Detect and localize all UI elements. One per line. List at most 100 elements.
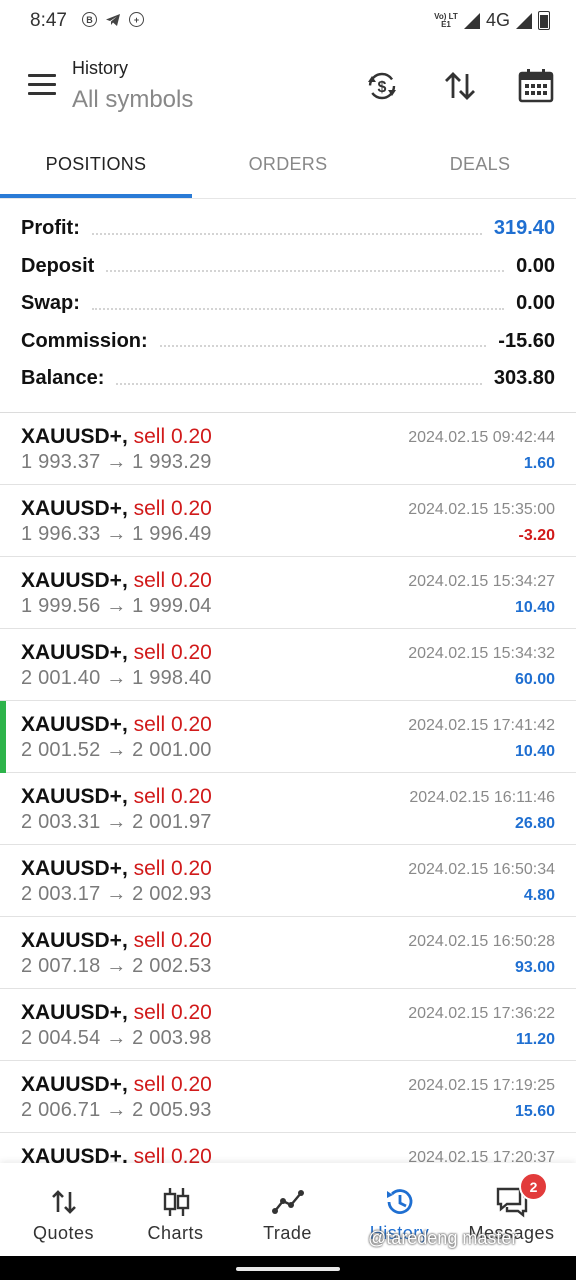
sort-icon[interactable] xyxy=(440,66,480,106)
nav-quotes[interactable]: Quotes xyxy=(6,1163,121,1256)
dotted-leader xyxy=(91,232,482,235)
summary-value: 319.40 xyxy=(493,217,555,240)
deal-profit: 26.80 xyxy=(514,815,555,832)
deal-symbol: XAUUSD+, sell 0.20 xyxy=(21,641,212,665)
nav-label: Charts xyxy=(147,1223,204,1243)
summary-panel: Profit: 319.40 Deposit 0.00 Swap: 0.00 C… xyxy=(0,210,576,398)
deal-row[interactable]: XAUUSD+, sell 0.20 1 999.56 → 1 999.04 202… xyxy=(0,557,576,629)
deal-prices: 1 993.37 → 1 993.29 xyxy=(21,451,212,473)
chat-notification-icon: + xyxy=(129,12,144,27)
home-handle[interactable] xyxy=(236,1267,340,1271)
deal-profit: 93.00 xyxy=(514,959,555,976)
deal-profit: 10.40 xyxy=(514,599,555,616)
deal-row[interactable]: XAUUSD+, sell 0.20 2 003.31 → 2 001.97 202… xyxy=(0,773,576,845)
deal-profit: 60.00 xyxy=(514,671,555,688)
deal-profit: 4.80 xyxy=(523,887,555,904)
symbol-name: XAUUSD+, xyxy=(21,785,128,808)
currency-sync-icon[interactable]: $ xyxy=(362,66,402,106)
deal-prices: 2 006.71 → 2 005.93 xyxy=(21,1099,212,1121)
signal-icon-2 xyxy=(516,12,532,29)
deal-type: sell 0.20 xyxy=(133,1001,212,1024)
deal-type: sell 0.20 xyxy=(133,425,212,448)
trade-icon xyxy=(271,1185,305,1219)
summary-row-swap: Swap: 0.00 xyxy=(0,285,576,323)
deal-time: 2024.02.15 17:36:22 xyxy=(408,1005,555,1022)
nav-trade[interactable]: Trade xyxy=(230,1163,345,1256)
divider xyxy=(0,198,576,199)
tab-orders[interactable]: ORDERS xyxy=(192,134,384,194)
status-time: 8:47 xyxy=(30,10,67,31)
summary-label: Balance: xyxy=(21,367,105,390)
menu-icon[interactable] xyxy=(28,74,56,98)
tab-deals[interactable]: DEALS xyxy=(384,134,576,194)
dotted-leader xyxy=(116,382,482,385)
deal-row[interactable]: XAUUSD+, sell 0.20 2 004.54 → 2 003.98 202… xyxy=(0,989,576,1061)
deal-row[interactable]: XAUUSD+, sell 0.20 2 003.17 → 2 002.93 202… xyxy=(0,845,576,917)
deal-type: sell 0.20 xyxy=(133,497,212,520)
deal-time: 2024.02.15 09:42:44 xyxy=(408,429,555,446)
deal-row[interactable]: XAUUSD+, sell 0.20 2024.02.15 17:20:37 xyxy=(0,1133,576,1163)
quotes-icon xyxy=(47,1185,81,1219)
deal-time: 2024.02.15 17:20:37 xyxy=(408,1149,555,1163)
deal-symbol: XAUUSD+, sell 0.20 xyxy=(21,569,212,593)
summary-label: Profit: xyxy=(21,217,80,240)
deal-symbol: XAUUSD+, sell 0.20 xyxy=(21,497,212,521)
deal-prices: 2 003.31 → 2 001.97 xyxy=(21,811,212,833)
deal-time: 2024.02.15 15:34:27 xyxy=(408,573,555,590)
deal-prices: 2 004.54 → 2 003.98 xyxy=(21,1027,212,1049)
deal-symbol: XAUUSD+, sell 0.20 xyxy=(21,857,212,881)
battery-icon xyxy=(538,11,550,30)
deal-symbol: XAUUSD+, sell 0.20 xyxy=(21,1073,212,1097)
symbol-filter[interactable]: All symbols xyxy=(72,86,193,114)
deal-prices: 1 999.56 → 1 999.04 xyxy=(21,595,212,617)
deal-profit: 10.40 xyxy=(514,743,555,760)
symbol-name: XAUUSD+, xyxy=(21,857,128,880)
summary-label: Commission: xyxy=(21,329,148,352)
deal-type: sell 0.20 xyxy=(133,785,212,808)
deal-symbol: XAUUSD+, sell 0.20 xyxy=(21,929,212,953)
deal-type: sell 0.20 xyxy=(133,929,212,952)
deal-time: 2024.02.15 17:41:42 xyxy=(408,717,555,734)
deal-row[interactable]: XAUUSD+, sell 0.20 2 007.18 → 2 002.53 202… xyxy=(0,917,576,989)
telegram-icon xyxy=(105,12,121,28)
summary-row-commission: Commission: -15.60 xyxy=(0,323,576,361)
deal-row[interactable]: XAUUSD+, sell 0.20 1 996.33 → 1 996.49 202… xyxy=(0,485,576,557)
deal-row[interactable]: XAUUSD+, sell 0.20 2 006.71 → 2 005.93 202… xyxy=(0,1061,576,1133)
charts-icon xyxy=(159,1185,193,1219)
dotted-leader xyxy=(159,345,487,348)
deal-row[interactable]: XAUUSD+, sell 0.20 1 993.37 → 1 993.29 202… xyxy=(0,413,576,485)
system-nav-bar xyxy=(0,1256,576,1280)
history-tabs: POSITIONS ORDERS DEALS xyxy=(0,134,576,198)
svg-text:$: $ xyxy=(378,79,387,96)
deal-time: 2024.02.15 17:19:25 xyxy=(408,1077,555,1094)
calendar-icon[interactable] xyxy=(516,66,556,106)
deal-time: 2024.02.15 15:35:00 xyxy=(408,501,555,518)
volte-icon: Vo) LTE1 xyxy=(434,11,458,29)
summary-value: -15.60 xyxy=(498,329,555,352)
deal-row[interactable]: XAUUSD+, sell 0.20 2 001.40 → 1 998.40 202… xyxy=(0,629,576,701)
summary-row-profit: Profit: 319.40 xyxy=(0,210,576,248)
deal-symbol: XAUUSD+, sell 0.20 xyxy=(21,1145,212,1163)
deal-profit: -3.20 xyxy=(518,527,555,544)
deal-symbol: XAUUSD+, sell 0.20 xyxy=(21,785,212,809)
symbol-name: XAUUSD+, xyxy=(21,641,128,664)
tab-positions[interactable]: POSITIONS xyxy=(0,134,192,194)
deal-time: 2024.02.15 16:50:34 xyxy=(408,861,555,878)
deal-row[interactable]: XAUUSD+, sell 0.20 2 001.52 → 2 001.00 202… xyxy=(0,701,576,773)
summary-value: 0.00 xyxy=(516,292,555,315)
deal-symbol: XAUUSD+, sell 0.20 xyxy=(21,425,212,449)
watermark: @taredeng master xyxy=(368,1228,518,1248)
nav-label: Quotes xyxy=(32,1223,95,1243)
deal-time: 2024.02.15 16:11:46 xyxy=(409,789,555,806)
deal-symbol: XAUUSD+, sell 0.20 xyxy=(21,713,212,737)
deal-type: sell 0.20 xyxy=(133,641,212,664)
summary-value: 303.80 xyxy=(493,367,555,390)
dotted-leader xyxy=(91,307,505,310)
nav-charts[interactable]: Charts xyxy=(118,1163,233,1256)
summary-label: Deposit xyxy=(21,254,95,277)
deal-type: sell 0.20 xyxy=(133,1073,212,1096)
dotted-leader xyxy=(106,270,505,273)
deal-type: sell 0.20 xyxy=(133,1145,212,1163)
status-indicators: Vo) LTE1 4G xyxy=(434,10,550,31)
deal-prices: 2 003.17 → 2 002.93 xyxy=(21,883,212,905)
